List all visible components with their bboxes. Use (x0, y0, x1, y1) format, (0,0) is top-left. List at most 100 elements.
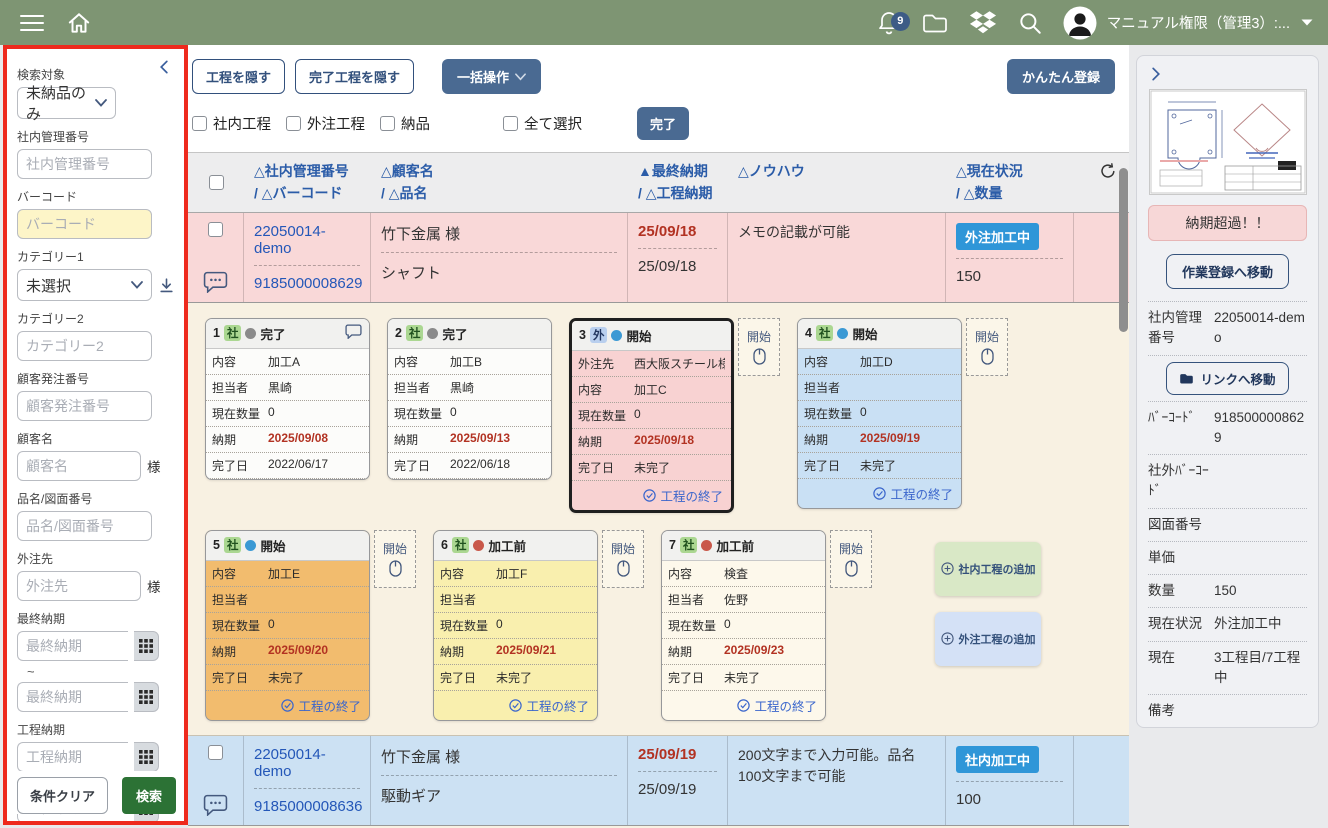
column-header[interactable]: △現在状況/ △数量 (946, 160, 1074, 205)
select-all-checkbox[interactable] (209, 175, 224, 190)
checkbox[interactable] (503, 116, 518, 131)
column-header[interactable]: △社内管理番号/ △バーコード (244, 160, 371, 205)
column-header[interactable]: △顧客名/ △品名 (371, 160, 628, 205)
end-process-link[interactable]: 工程の終了 (206, 691, 369, 720)
start-process-button[interactable]: 開始 (738, 318, 780, 376)
row-checkbox[interactable] (208, 222, 223, 237)
filter-input[interactable] (17, 391, 152, 421)
column-header[interactable]: △ノウハウ (728, 160, 946, 205)
barcode-link[interactable]: 9185000008629 (254, 275, 360, 292)
dropbox-icon[interactable] (969, 10, 997, 35)
date-input[interactable] (17, 742, 128, 772)
hide-completed-process-button[interactable]: 完了工程を隠す (295, 59, 414, 94)
calendar-button[interactable] (134, 682, 159, 712)
order-id-link[interactable]: 22050014-demo (254, 746, 360, 780)
home-icon[interactable] (66, 10, 92, 36)
end-process-link[interactable]: 工程の終了 (662, 691, 825, 720)
bulk-action-button[interactable]: 一括操作 (442, 59, 541, 94)
filter-checkbox-0[interactable]: 社内工程 (192, 113, 271, 134)
filter-checkbox-1[interactable]: 外注工程 (286, 113, 365, 134)
start-process-button[interactable]: 開始 (966, 318, 1008, 376)
card-field-row: 現在数量0 (572, 403, 731, 429)
filter-input[interactable] (17, 209, 152, 239)
add-internal-process-button[interactable]: 社内工程の追加 (935, 542, 1041, 596)
drawing-thumbnail[interactable] (1149, 89, 1307, 195)
refresh-icon[interactable] (1099, 162, 1117, 180)
selected-value: 未選択 (26, 275, 71, 296)
process-card[interactable]: 4社開始内容加工D担当者現在数量0納期2025/09/19完了日未完了工程の終了 (797, 318, 962, 509)
filter-checkbox-2[interactable]: 納品 (380, 113, 430, 134)
sidebar-actions: 条件クリア 検索 (17, 771, 177, 814)
search-target-select[interactable]: 未納品のみ (17, 87, 116, 119)
start-process-button[interactable]: 開始 (830, 530, 872, 588)
chevron-left-icon[interactable] (157, 59, 172, 75)
overdue-alert[interactable]: 納期超過！！ (1148, 205, 1307, 241)
card-field-value: 加工F (496, 565, 591, 582)
checkbox[interactable] (380, 116, 395, 131)
end-process-link[interactable]: 工程の終了 (572, 481, 731, 510)
process-card[interactable]: 5社開始内容加工E担当者現在数量0納期2025/09/20完了日未完了工程の終了 (205, 530, 370, 721)
card-field-row: 現在数量0 (434, 613, 597, 639)
complete-button[interactable]: 完了 (637, 107, 689, 140)
calendar-button[interactable] (134, 742, 159, 772)
process-card[interactable]: 7社加工前内容検査担当者佐野現在数量0納期2025/09/23完了日未完了工程の… (661, 530, 826, 721)
filter-input[interactable] (17, 331, 152, 361)
start-process-button[interactable]: 開始 (602, 530, 644, 588)
search-button[interactable]: 検索 (122, 777, 176, 814)
work-register-button[interactable]: 作業登録へ移動 (1166, 254, 1289, 289)
end-process-link[interactable]: 工程の終了 (798, 479, 961, 508)
date-input[interactable] (17, 631, 128, 661)
comment-icon[interactable] (203, 794, 228, 816)
hide-process-button[interactable]: 工程を隠す (192, 59, 285, 94)
clear-conditions-button[interactable]: 条件クリア (17, 777, 108, 814)
checkbox[interactable] (286, 116, 301, 131)
add-external-process-button[interactable]: 外注工程の追加 (935, 612, 1041, 666)
panel-field: 数量150 (1148, 575, 1307, 608)
start-process-button[interactable]: 開始 (374, 530, 416, 588)
category-select[interactable]: 未選択 (17, 269, 152, 301)
bell-icon[interactable]: 9 (877, 10, 901, 36)
chevron-down-icon (515, 73, 526, 81)
user-label: マニュアル権限（管理3）:... (1107, 12, 1290, 33)
panel-field-label: 現在状況 (1148, 614, 1214, 634)
card-field-label: 完了日 (668, 669, 724, 686)
filter-input[interactable] (17, 451, 141, 481)
selected-value: 未納品のみ (26, 82, 95, 124)
menu-icon[interactable] (20, 15, 44, 31)
card-field-label: 完了日 (440, 669, 496, 686)
scrollbar[interactable] (1119, 168, 1128, 332)
process-card[interactable]: 6社加工前内容加工F担当者現在数量0納期2025/09/21完了日未完了工程の終… (433, 530, 598, 721)
process-card[interactable]: 2社完了内容加工B担当者黒崎現在数量0納期2025/09/13完了日2022/0… (387, 318, 552, 480)
search-icon[interactable] (1017, 10, 1043, 36)
date-input[interactable] (17, 682, 128, 712)
column-header[interactable]: ▲最終納期/ △工程納期 (628, 160, 728, 205)
end-process-link[interactable]: 工程の終了 (434, 691, 597, 720)
row-checkbox[interactable] (208, 745, 223, 760)
calendar-button[interactable] (134, 631, 159, 661)
chevron-right-icon[interactable] (1148, 66, 1163, 82)
product-name: 駆動ギア (381, 785, 617, 806)
checkbox[interactable] (192, 116, 207, 131)
process-card[interactable]: 1社完了内容加工A担当者黒崎現在数量0納期2025/09/08完了日2022/0… (205, 318, 370, 480)
order-id-link[interactable]: 22050014-demo (254, 223, 360, 257)
filter-input[interactable] (17, 511, 152, 541)
field-label: 社内管理番号 (17, 128, 184, 145)
link-move-button[interactable]: リンクへ移動 (1166, 362, 1288, 395)
card-field-row: 納期2025/09/19 (798, 427, 961, 453)
download-icon[interactable] (158, 277, 175, 294)
process-card[interactable]: 3外開始外注先西大阪スチール様内容加工C現在数量0納期2025/09/18完了日… (569, 318, 734, 513)
filter-input[interactable] (17, 571, 141, 601)
card-field-value: 加工A (268, 353, 363, 370)
barcode-link[interactable]: 9185000008636 (254, 798, 360, 815)
user-menu[interactable]: マニュアル権限（管理3）:... (1063, 6, 1314, 40)
card-field-value: 2025/09/08 (268, 431, 363, 448)
filter-checkbox-3[interactable]: 全て選択 (503, 113, 582, 134)
comment-icon[interactable] (345, 324, 362, 339)
folder-icon[interactable] (921, 11, 949, 35)
filter-input[interactable] (17, 149, 152, 179)
comment-icon[interactable] (203, 271, 228, 293)
easy-register-button[interactable]: かんたん登録 (1007, 59, 1115, 94)
card-field-label: 納期 (668, 643, 724, 660)
mouse-icon (389, 560, 402, 577)
check-circle-icon (643, 489, 656, 502)
